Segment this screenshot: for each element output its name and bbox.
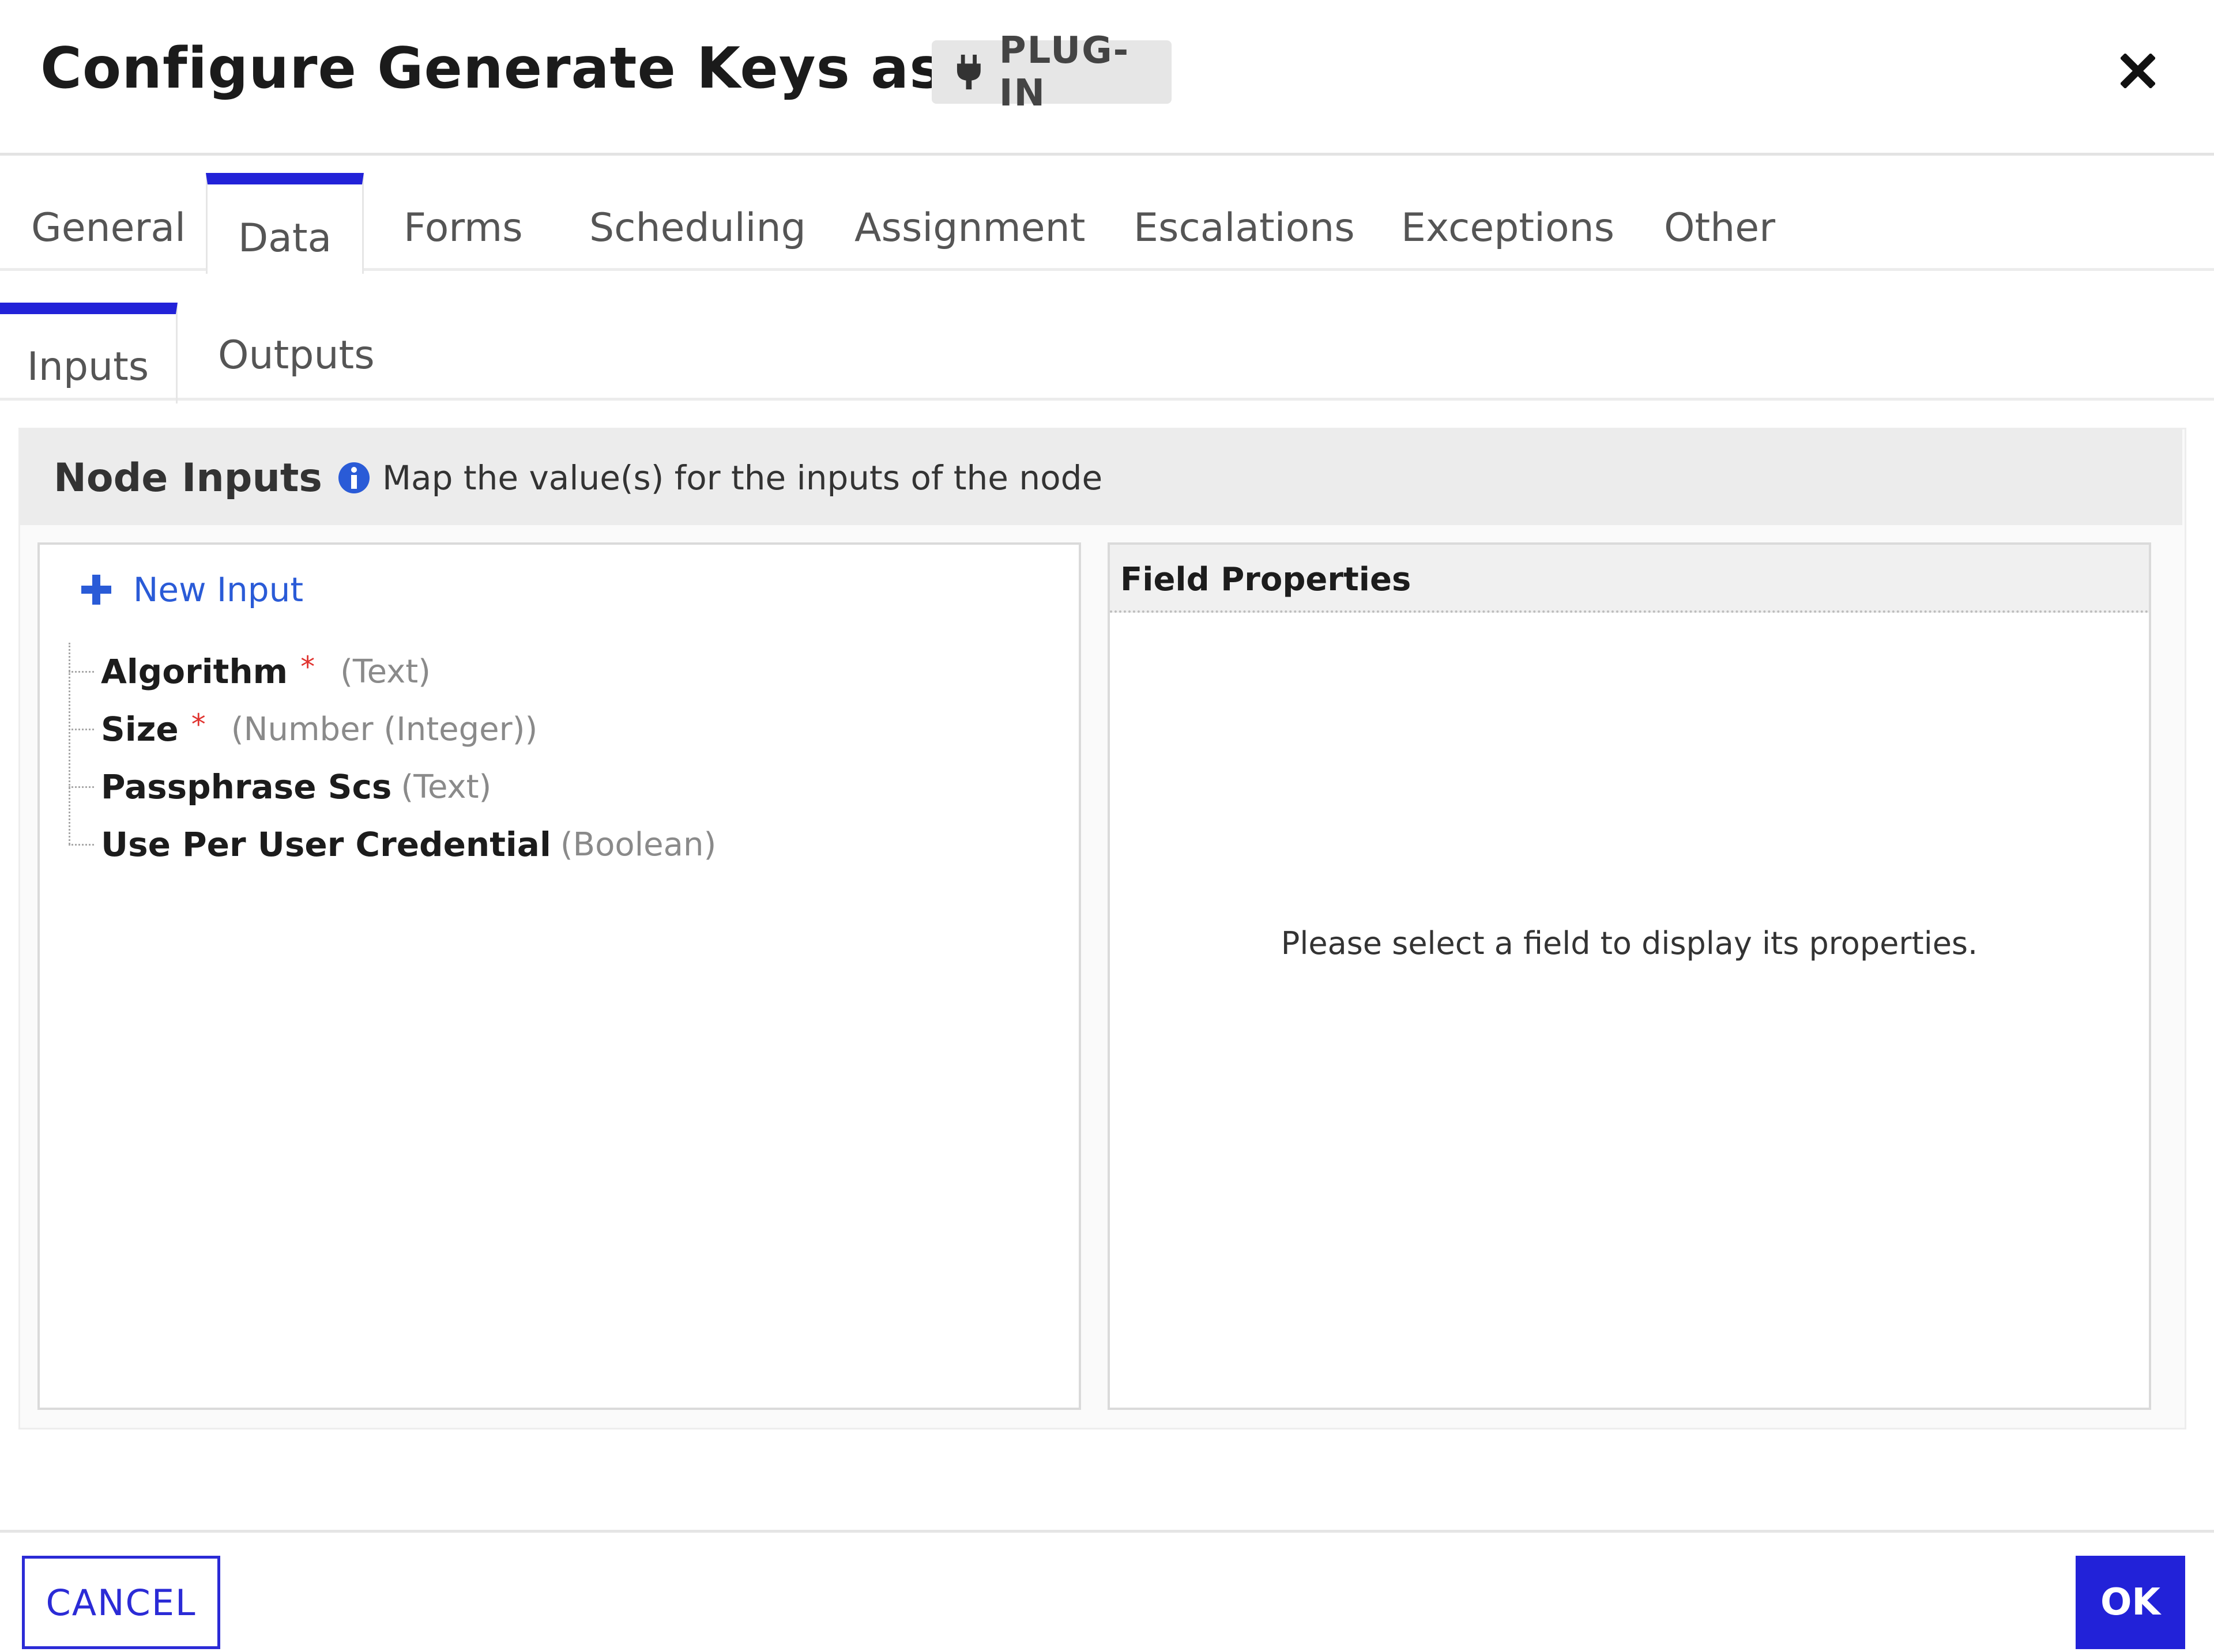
- close-button[interactable]: [2117, 45, 2159, 97]
- node-inputs-header: Node Inputs Map the value(s) for the inp…: [20, 429, 2182, 525]
- node-inputs-title: Node Inputs: [54, 455, 322, 501]
- close-icon: [2121, 54, 2155, 88]
- field-properties-title: Field Properties: [1120, 561, 1411, 598]
- cancel-button[interactable]: CANCEL: [22, 1556, 220, 1649]
- tab-scheduling[interactable]: Scheduling: [589, 173, 806, 271]
- required-marker: *: [191, 708, 206, 741]
- tab-exceptions[interactable]: Exceptions: [1401, 173, 1614, 271]
- inputs-tree: Algorithm * (Text) Size * (Number (Integ…: [63, 643, 1043, 864]
- input-field-passphrase-scs[interactable]: Passphrase Scs (Text): [69, 758, 491, 816]
- field-name: Use Per User Credential: [101, 825, 551, 864]
- plugin-badge-label: PLUG-IN: [999, 29, 1130, 115]
- plugin-badge: PLUG-IN: [932, 29, 1172, 115]
- field-properties-panel: Field Properties Please select a field t…: [1108, 542, 2151, 1410]
- info-icon: [338, 462, 370, 493]
- field-name: Size: [101, 710, 179, 749]
- primary-tabs: General Data Forms Scheduling Assignment…: [0, 173, 2214, 274]
- tab-escalations[interactable]: Escalations: [1134, 173, 1355, 271]
- field-name: Passphrase Scs: [101, 767, 392, 806]
- data-subtabs: Inputs Outputs: [0, 303, 2214, 403]
- field-properties-empty-message: Please select a field to display its pro…: [1281, 925, 1978, 961]
- required-marker: *: [300, 650, 315, 684]
- node-inputs-panel: Node Inputs Map the value(s) for the inp…: [18, 428, 2186, 1430]
- ok-button[interactable]: OK: [2076, 1556, 2185, 1649]
- field-type: (Number (Integer)): [231, 710, 538, 748]
- node-inputs-info: Map the value(s) for the inputs of the n…: [337, 458, 1102, 497]
- tree-branch: [69, 728, 94, 730]
- tab-forms[interactable]: Forms: [404, 173, 523, 271]
- field-type: (Text): [401, 768, 492, 806]
- dialog-header: Configure Generate Keys as Text PLUG-IN: [0, 0, 2214, 156]
- tab-data[interactable]: Data: [206, 173, 364, 274]
- subtab-inputs[interactable]: Inputs: [0, 303, 178, 403]
- subtab-outputs[interactable]: Outputs: [218, 303, 375, 401]
- tree-branch: [69, 843, 94, 846]
- field-name: Algorithm: [101, 652, 288, 691]
- plug-icon: [957, 54, 981, 90]
- field-type: (Text): [340, 652, 431, 691]
- inputs-tree-panel: New Input Algorithm * (Text) Size * (Num…: [37, 542, 1081, 1410]
- tree-branch: [69, 670, 94, 673]
- new-input-button[interactable]: New Input: [80, 570, 303, 609]
- new-input-label: New Input: [133, 570, 304, 609]
- configure-dialog: Configure Generate Keys as Text PLUG-IN …: [0, 0, 2214, 1652]
- tab-assignment[interactable]: Assignment: [854, 173, 1085, 271]
- node-inputs-hint: Map the value(s) for the inputs of the n…: [382, 458, 1103, 497]
- input-field-use-per-user-credential[interactable]: Use Per User Credential (Boolean): [69, 816, 716, 873]
- tree-branch: [69, 786, 94, 788]
- plus-icon: [81, 575, 111, 605]
- dialog-footer: CANCEL OK: [0, 1530, 2214, 1652]
- input-field-size[interactable]: Size * (Number (Integer)): [69, 700, 537, 758]
- field-properties-header: Field Properties: [1110, 545, 2149, 613]
- tab-other[interactable]: Other: [1664, 173, 1775, 271]
- tab-general[interactable]: General: [31, 173, 186, 271]
- field-type: (Boolean): [560, 825, 717, 863]
- input-field-algorithm[interactable]: Algorithm * (Text): [69, 643, 431, 700]
